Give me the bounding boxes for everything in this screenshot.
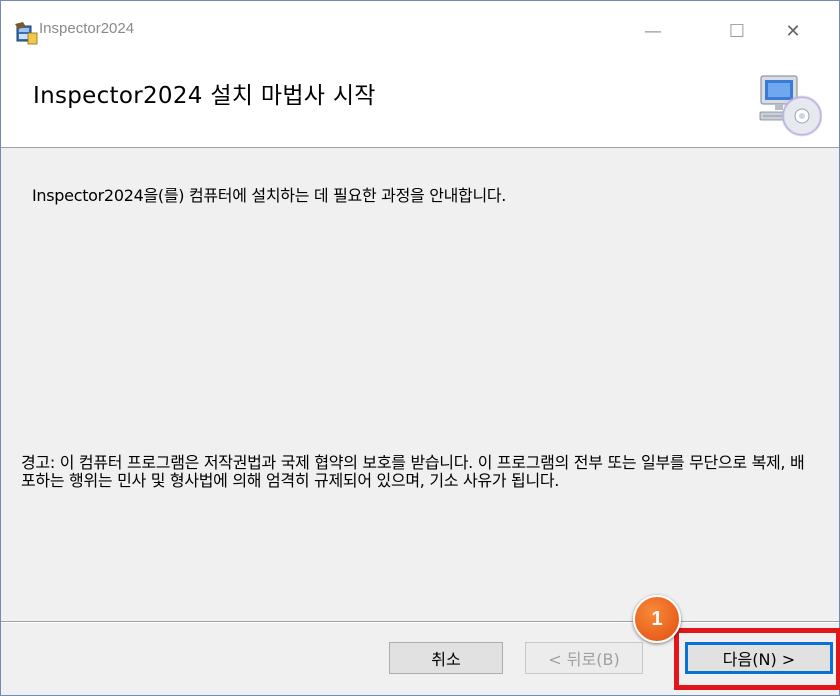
separator — [1, 621, 839, 623]
back-button[interactable]: < 뒤로(B) — [525, 642, 643, 674]
window-title: Inspector2024 — [39, 20, 135, 37]
minimize-button[interactable]: — — [629, 17, 677, 47]
intro-text: Inspector2024을(를) 컴퓨터에 설치하는 데 필요한 과정을 안내… — [32, 186, 507, 205]
close-button[interactable]: ✕ — [769, 17, 817, 47]
copyright-warning: 경고: 이 컴퓨터 프로그램은 저작권법과 국제 협약의 보호를 받습니다. 이… — [21, 453, 805, 490]
next-button[interactable]: 다음(N) > — [685, 642, 833, 674]
title-bar: Inspector2024 — ☐ ✕ — [1, 1, 839, 51]
step-number-badge: 1 — [633, 595, 681, 643]
wizard-title: Inspector2024 설치 마법사 시작 — [33, 83, 376, 109]
installer-window: Inspector2024 — ☐ ✕ Inspector2024 설치 마법사… — [0, 0, 840, 696]
installer-package-icon — [15, 22, 38, 45]
cancel-button[interactable]: 취소 — [389, 642, 503, 674]
wizard-header: Inspector2024 설치 마법사 시작 — [1, 51, 839, 148]
computer-cd-icon — [759, 75, 822, 137]
maximize-button[interactable]: ☐ — [713, 17, 761, 47]
